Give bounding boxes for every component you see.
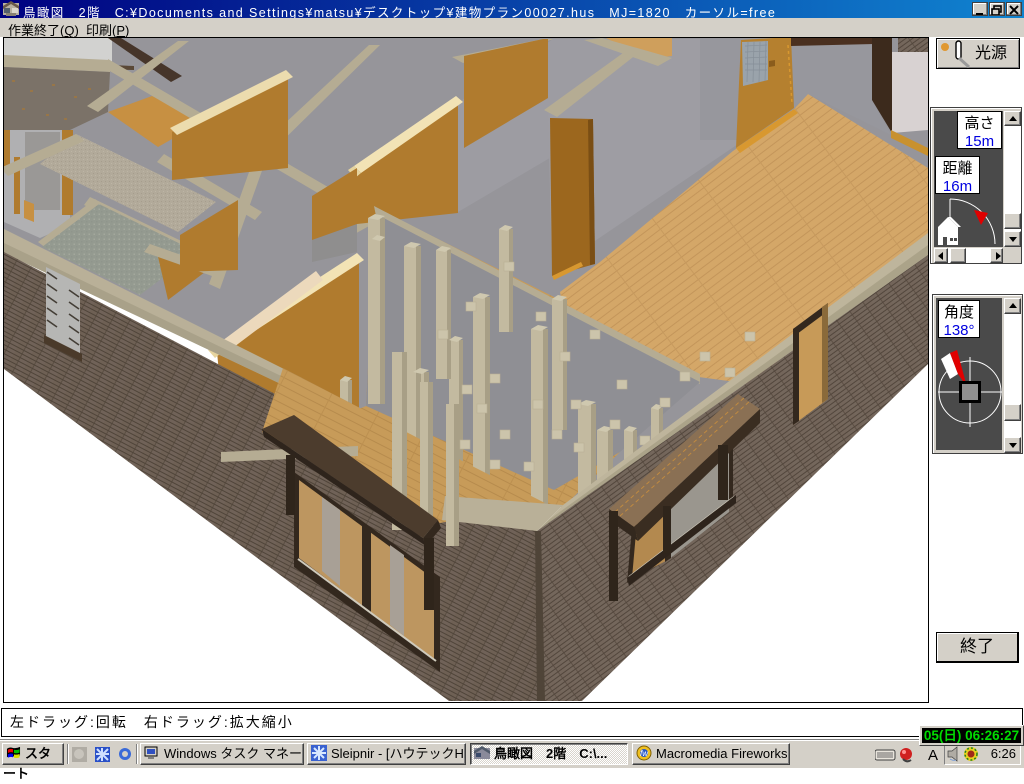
svg-text:A: A	[928, 747, 938, 764]
svg-text:fw: fw	[640, 749, 649, 758]
